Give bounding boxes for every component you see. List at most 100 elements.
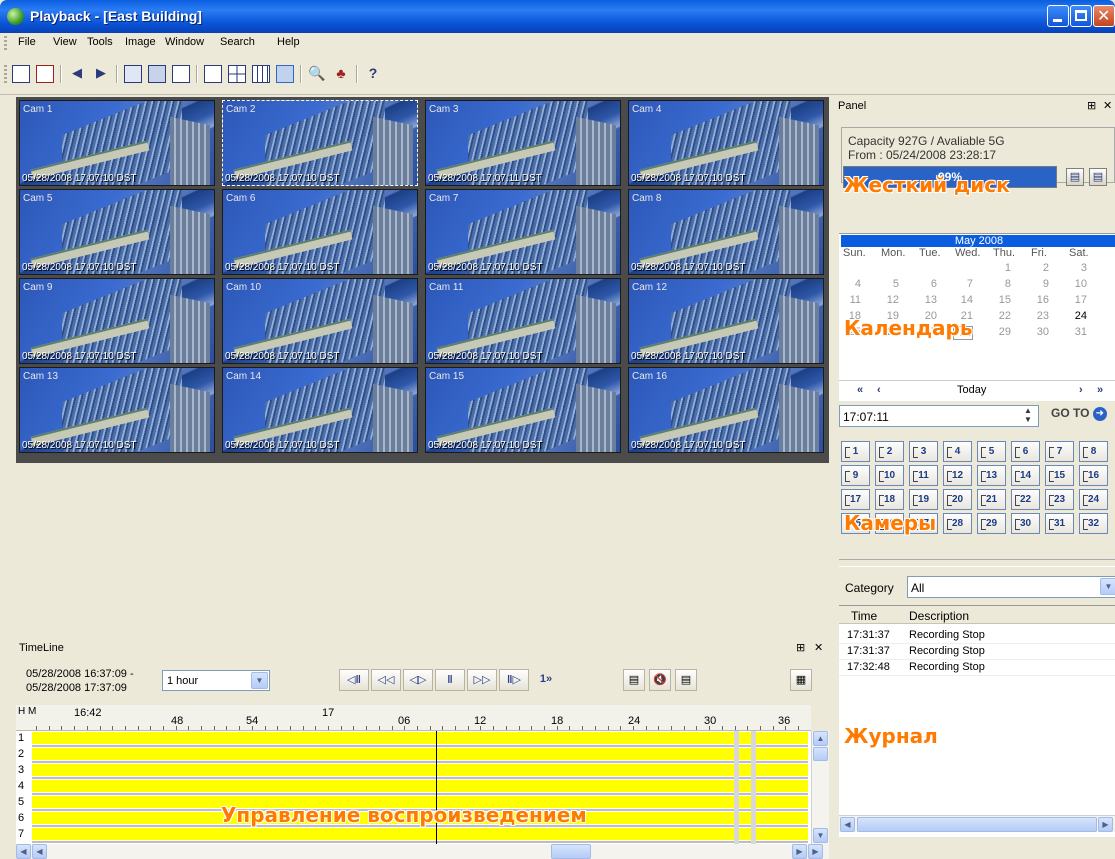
log-scroll-right-icon[interactable]: ▶ (1098, 817, 1113, 832)
camera-tile[interactable]: Cam 16 05/28/2008 17:07:10 DST (628, 367, 824, 453)
mute-button[interactable]: 🔇 (649, 669, 671, 691)
calendar-day[interactable]: 13 (917, 294, 937, 306)
menu-search[interactable]: Search (220, 36, 255, 48)
camera-select-button[interactable]: 4 (943, 441, 972, 462)
export-button[interactable]: ▤ (623, 669, 645, 691)
recording-bar[interactable] (32, 780, 808, 792)
camera-select-button[interactable]: 7 (1045, 441, 1074, 462)
fast-forward-button[interactable]: ▷▷ (467, 669, 497, 691)
camera-tile[interactable]: Cam 1 05/28/2008 17:07:10 DST (19, 100, 215, 186)
camera-select-button[interactable]: 24 (1079, 489, 1108, 510)
menu-view[interactable]: View (53, 36, 77, 48)
layout-16-icon[interactable] (276, 65, 294, 83)
calendar-day[interactable]: 30 (1029, 326, 1049, 338)
camera-select-button[interactable]: 15 (1045, 465, 1074, 486)
camera-select-button[interactable]: 30 (1011, 513, 1040, 534)
calendar-day[interactable]: 4 (841, 278, 861, 290)
calendar-day[interactable]: 12 (879, 294, 899, 306)
camera-select-button[interactable]: 13 (977, 465, 1006, 486)
camera-tile[interactable]: Cam 5 05/28/2008 17:07:10 DST (19, 189, 215, 275)
timeline-hscroll[interactable]: ◀ ◀ ▶ ▶ (16, 844, 829, 859)
camera-select-button[interactable]: 18 (875, 489, 904, 510)
next-frame-button[interactable]: ‖▷ (499, 669, 529, 691)
layout-4-icon[interactable] (228, 65, 246, 83)
next-window-icon[interactable]: ▶ (92, 65, 110, 83)
camera-select-button[interactable]: 12 (943, 465, 972, 486)
calendar-day[interactable]: 6 (917, 278, 937, 290)
menu-tools[interactable]: Tools (87, 36, 113, 48)
splitter[interactable] (839, 559, 1115, 567)
camera-select-button[interactable]: 6 (1011, 441, 1040, 462)
log-row[interactable]: 17:31:37 Recording Stop (839, 628, 1115, 644)
calendar-day[interactable]: 10 (1067, 278, 1087, 290)
menu-file[interactable]: File (18, 36, 36, 48)
help-icon[interactable]: ? (364, 65, 382, 83)
menu-image[interactable]: Image (125, 36, 156, 48)
scroll-thumb[interactable] (813, 747, 828, 761)
camera-select-button[interactable]: 3 (909, 441, 938, 462)
calendar-day[interactable]: 2 (1029, 262, 1049, 274)
category-select[interactable]: All ▼ (907, 576, 1115, 598)
calendar-day[interactable]: 8 (991, 278, 1011, 290)
calendar-day[interactable]: 7 (953, 278, 973, 290)
prev-month-icon[interactable]: ‹ (877, 384, 881, 396)
reverse-play-button[interactable]: ◁▷ (403, 669, 433, 691)
scroll-down-icon[interactable]: ▼ (813, 828, 828, 843)
log-hscroll[interactable]: ◀ ▶ (839, 815, 1115, 832)
chevron-down-icon[interactable]: ▼ (251, 672, 268, 689)
first-frame-button[interactable]: ◁‖ (339, 669, 369, 691)
camera-tile[interactable]: Cam 3 05/28/2008 17:07:11 DST (425, 100, 621, 186)
pin-icon[interactable]: ⊞ (796, 641, 805, 654)
print-icon[interactable] (172, 65, 190, 83)
disk-export-icon[interactable]: ▤ (1066, 168, 1084, 186)
camera-tile[interactable]: Cam 4 05/28/2008 17:07:10 DST (628, 100, 824, 186)
maximize-button[interactable] (1070, 5, 1092, 27)
calendar-day[interactable]: 29 (991, 326, 1011, 338)
camera-select-button[interactable]: 10 (875, 465, 904, 486)
camera-select-button[interactable]: 11 (909, 465, 938, 486)
timeline-cursor[interactable] (436, 731, 437, 844)
recording-bar[interactable] (32, 732, 808, 744)
calendar-day[interactable]: 3 (1067, 262, 1087, 274)
time-input[interactable]: 17:07:11 ▲ ▼ (839, 405, 1039, 427)
panel-close-icon[interactable]: ✕ (1103, 99, 1112, 112)
fast-rewind-button[interactable]: ◁◁ (371, 669, 401, 691)
close-button[interactable]: ✕ (1093, 5, 1115, 27)
timeline-tracks[interactable]: 1 2 3 4 5 6 7 (16, 731, 811, 844)
prev-window-icon[interactable]: ◀ (68, 65, 86, 83)
scroll-left-icon[interactable]: ◀ (32, 844, 47, 859)
notes-button[interactable]: ▤ (675, 669, 697, 691)
recording-bar[interactable] (32, 748, 808, 760)
disk-list-icon[interactable]: ▤ (1089, 168, 1107, 186)
log-row[interactable]: 17:31:37 Recording Stop (839, 644, 1115, 660)
camera-tile[interactable]: Cam 8 05/28/2008 17:07:10 DST (628, 189, 824, 275)
timeline-track[interactable]: 7 (16, 827, 811, 843)
recording-bar[interactable] (32, 828, 808, 840)
scroll-end-icon[interactable]: ▶ (808, 844, 823, 859)
calendar-day[interactable]: 17 (1067, 294, 1087, 306)
log-row[interactable]: 17:32:48 Recording Stop (839, 660, 1115, 676)
calendar-day[interactable]: 16 (1029, 294, 1049, 306)
hscroll-thumb[interactable] (551, 844, 591, 859)
camera-tile[interactable]: Cam 7 05/28/2008 17:07:10 DST (425, 189, 621, 275)
camera-select-button[interactable]: 31 (1045, 513, 1074, 534)
scroll-home-icon[interactable]: ◀ (16, 844, 31, 859)
calendar-day[interactable]: 24 (1067, 310, 1087, 322)
menu-window[interactable]: Window (165, 36, 204, 48)
connect-icon[interactable] (12, 65, 30, 83)
time-spinner-icon[interactable]: ▲ ▼ (1024, 406, 1032, 424)
minimize-button[interactable] (1047, 5, 1069, 27)
camera-tile[interactable]: Cam 12 05/28/2008 17:07:10 DST (628, 278, 824, 364)
prev-year-icon[interactable]: « (857, 384, 863, 396)
col-time[interactable]: Time (851, 609, 877, 623)
disconnect-icon[interactable] (36, 65, 54, 83)
camera-select-button[interactable]: 23 (1045, 489, 1074, 510)
timeline-track[interactable]: 3 (16, 763, 811, 779)
goto-button[interactable]: GO TO ➜ (1051, 406, 1113, 426)
interval-select[interactable]: 1 hour ▼ (162, 670, 270, 691)
camera-tile[interactable]: Cam 9 05/28/2008 17:07:10 DST (19, 278, 215, 364)
camera-select-button[interactable]: 19 (909, 489, 938, 510)
camera-tile[interactable]: Cam 13 05/28/2008 17:07:10 DST (19, 367, 215, 453)
timeline-track[interactable]: 4 (16, 779, 811, 795)
speed-button[interactable]: 1» (531, 669, 561, 691)
